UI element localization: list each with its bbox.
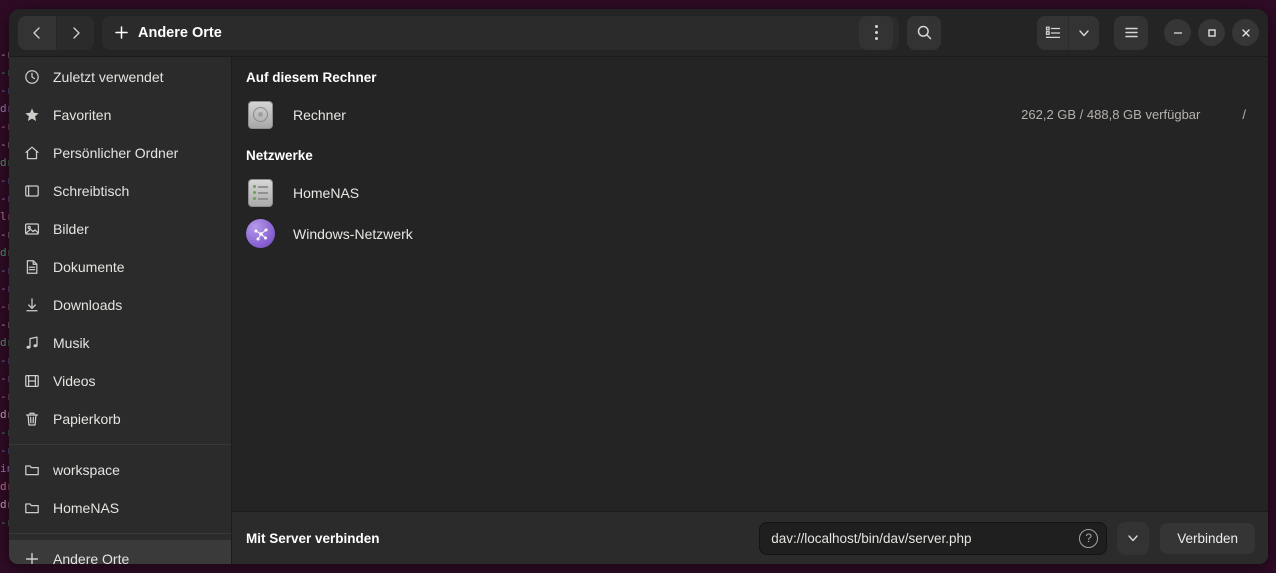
sidebar-item-label: Persönlicher Ordner bbox=[53, 145, 179, 161]
connect-server-label: Mit Server verbinden bbox=[246, 530, 380, 546]
list-view-button[interactable] bbox=[1037, 16, 1068, 50]
main-menu-button[interactable] bbox=[1114, 15, 1148, 50]
sidebar-separator bbox=[9, 444, 231, 445]
sidebar-item-schreibtisch[interactable]: Schreibtisch bbox=[9, 172, 231, 210]
minimize-icon bbox=[1173, 31, 1182, 34]
list-view-icon bbox=[1045, 26, 1060, 38]
home-icon bbox=[23, 145, 40, 162]
trash-icon bbox=[23, 411, 40, 428]
clock-icon bbox=[23, 69, 40, 86]
sidebar-item-videos[interactable]: Videos bbox=[9, 362, 231, 400]
nas-server-icon bbox=[248, 178, 273, 207]
places-list: Auf diesem Rechner Rechner 262,2 GB / 488,… bbox=[232, 57, 1268, 511]
file-manager-window: Andere Orte Zuletzt verwendet Favoriten … bbox=[9, 9, 1268, 564]
breadcrumb-label: Andere Orte bbox=[138, 24, 222, 41]
sidebar-item-andere-orte[interactable]: Andere Orte bbox=[9, 540, 231, 564]
place-icon bbox=[246, 219, 275, 248]
back-button[interactable] bbox=[18, 15, 56, 50]
breadcrumb-other-locations[interactable]: Andere Orte bbox=[102, 16, 234, 50]
server-address-entry[interactable]: ? bbox=[759, 521, 1108, 555]
window-body: Zuletzt verwendet Favoriten Persönlicher O… bbox=[9, 57, 1268, 564]
search-button[interactable] bbox=[907, 15, 941, 50]
sidebar-item-papierkorb[interactable]: Papierkorb bbox=[9, 400, 231, 438]
sidebar-item-favoriten[interactable]: Favoriten bbox=[9, 96, 231, 134]
search-icon bbox=[917, 25, 931, 40]
close-button[interactable] bbox=[1232, 19, 1259, 46]
sidebar-item-label: workspace bbox=[53, 462, 120, 478]
desktop-icon bbox=[23, 183, 40, 200]
path-menu-button[interactable] bbox=[859, 15, 893, 50]
view-controls bbox=[1037, 15, 1099, 50]
document-icon bbox=[23, 259, 40, 276]
film-icon bbox=[23, 373, 40, 390]
sidebar-item-zuletzt-verwendet[interactable]: Zuletzt verwendet bbox=[9, 58, 231, 96]
download-icon bbox=[23, 297, 40, 314]
sidebar-item-label: Favoriten bbox=[53, 107, 112, 123]
server-history-button[interactable] bbox=[1117, 521, 1150, 555]
sidebar-item-downloads[interactable]: Downloads bbox=[9, 286, 231, 324]
view-options-button[interactable] bbox=[1068, 15, 1099, 50]
sidebar-item-label: Downloads bbox=[53, 297, 123, 313]
sidebar-separator bbox=[9, 533, 231, 534]
place-icon bbox=[246, 100, 275, 129]
place-row[interactable]: Windows-Netzwerk bbox=[232, 213, 1268, 254]
group-heading: Netzwerke bbox=[246, 148, 313, 163]
sidebar-item-label: Musik bbox=[53, 335, 90, 351]
hamburger-menu-icon bbox=[1124, 27, 1138, 38]
help-circle-icon[interactable]: ? bbox=[1079, 528, 1099, 548]
star-icon bbox=[23, 107, 40, 124]
sidebar: Zuletzt verwendet Favoriten Persönlicher O… bbox=[9, 57, 232, 564]
sidebar-item-homenas[interactable]: HomeNAS bbox=[9, 489, 231, 527]
place-label: Rechner bbox=[293, 106, 346, 123]
group-heading: Auf diesem Rechner bbox=[246, 70, 377, 85]
chevron-left-icon bbox=[33, 26, 40, 39]
place-label: Windows-Netzwerk bbox=[293, 225, 413, 242]
sidebar-item-label: Videos bbox=[53, 373, 96, 389]
plus-icon bbox=[23, 551, 40, 564]
path-bar: Andere Orte bbox=[102, 15, 899, 50]
close-icon bbox=[1241, 28, 1250, 37]
header-bar: Andere Orte bbox=[9, 9, 1268, 57]
sidebar-item-label: Bilder bbox=[53, 221, 89, 237]
sidebar-item-label: HomeNAS bbox=[53, 500, 120, 516]
sidebar-item-bilder[interactable]: Bilder bbox=[9, 210, 231, 248]
hard-drive-icon bbox=[248, 100, 273, 129]
maximize-icon bbox=[1207, 28, 1216, 37]
chevron-right-icon bbox=[72, 26, 80, 39]
sidebar-item-musik[interactable]: Musik bbox=[9, 324, 231, 362]
place-label: HomeNAS bbox=[293, 184, 360, 201]
folder-icon bbox=[23, 500, 40, 517]
place-capacity: 262,2 GB / 488,8 GB verfügbar bbox=[1021, 107, 1201, 122]
plus-icon bbox=[115, 26, 128, 39]
sidebar-item-label: Andere Orte bbox=[53, 551, 130, 564]
content-area: Auf diesem Rechner Rechner 262,2 GB / 488,… bbox=[232, 57, 1268, 564]
maximize-button[interactable] bbox=[1198, 19, 1225, 46]
minimize-button[interactable] bbox=[1164, 19, 1191, 46]
forward-button[interactable] bbox=[56, 15, 94, 50]
folder-icon bbox=[23, 462, 40, 479]
network-globe-icon bbox=[246, 219, 275, 248]
sidebar-item-label: Papierkorb bbox=[53, 411, 121, 427]
server-address-input[interactable] bbox=[771, 530, 1080, 546]
image-icon bbox=[23, 221, 40, 238]
chevron-down-icon bbox=[1128, 535, 1138, 542]
place-mount-path: / bbox=[1242, 107, 1246, 122]
connect-button[interactable]: Verbinden bbox=[1159, 521, 1256, 555]
navigation-buttons bbox=[18, 15, 94, 50]
sidebar-item-label: Schreibtisch bbox=[53, 183, 130, 199]
sidebar-item-dokumente[interactable]: Dokumente bbox=[9, 248, 231, 286]
music-note-icon bbox=[23, 335, 40, 352]
connect-server-bar: Mit Server verbinden ? Verbinden bbox=[232, 511, 1268, 564]
sidebar-item-label: Dokumente bbox=[53, 259, 125, 275]
place-row[interactable]: HomeNAS bbox=[232, 172, 1268, 213]
sidebar-item-label: Zuletzt verwendet bbox=[53, 69, 164, 85]
sidebar-item-workspace[interactable]: workspace bbox=[9, 451, 231, 489]
place-row[interactable]: Rechner 262,2 GB / 488,8 GB verfügbar / bbox=[232, 94, 1268, 135]
window-controls bbox=[1164, 19, 1259, 46]
chevron-down-icon bbox=[1079, 29, 1089, 36]
kebab-menu-icon bbox=[874, 25, 878, 40]
place-icon bbox=[246, 178, 275, 207]
sidebar-item-pers-nlicher-ordner[interactable]: Persönlicher Ordner bbox=[9, 134, 231, 172]
